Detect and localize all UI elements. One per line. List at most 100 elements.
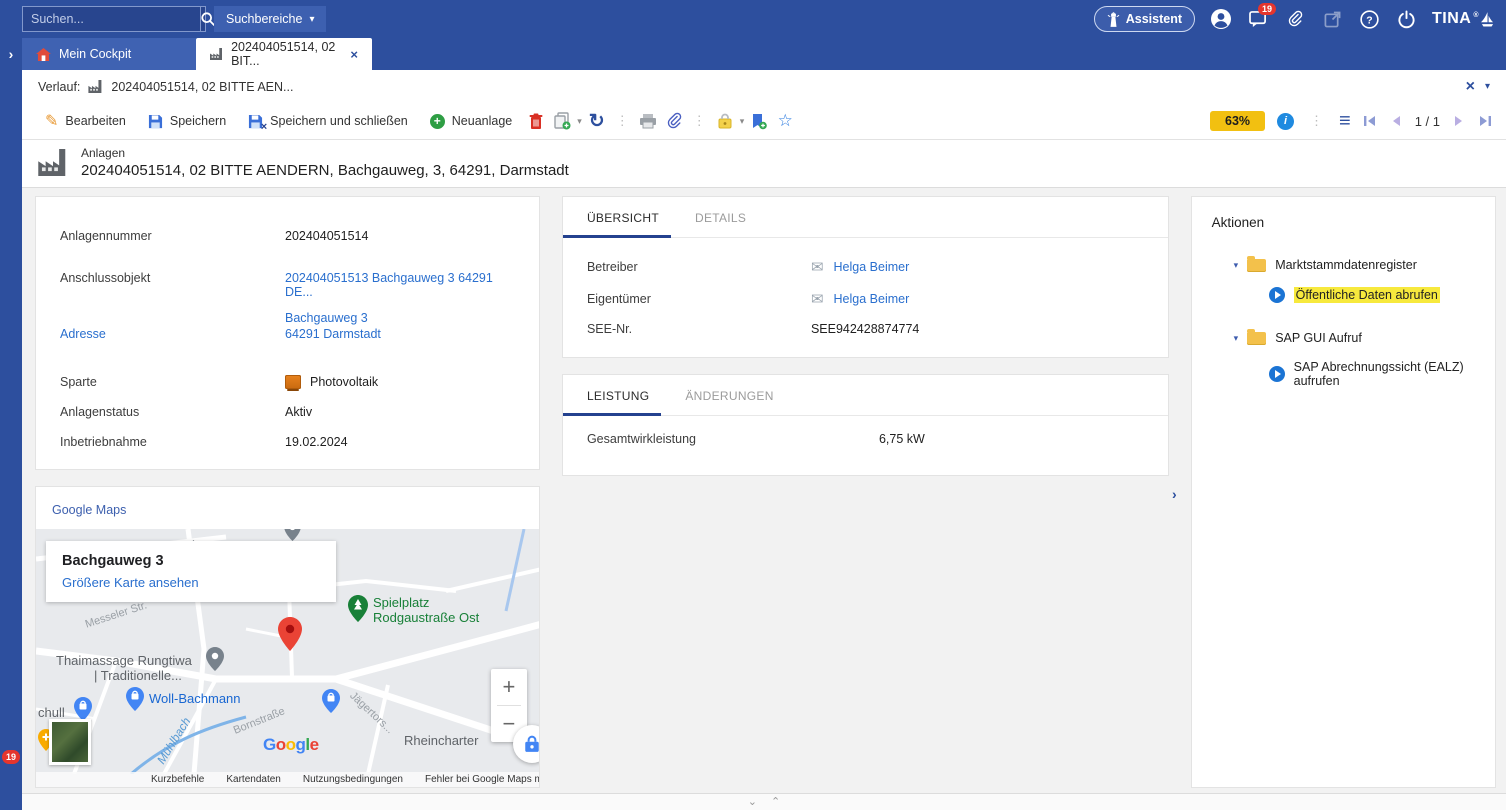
global-search[interactable] bbox=[22, 6, 206, 32]
side-notification-badge[interactable]: 19 bbox=[2, 750, 20, 764]
poi-label[interactable]: | Traditionelle... bbox=[94, 668, 182, 683]
field-label: Sparte bbox=[60, 375, 285, 389]
completeness-badge[interactable]: 63% bbox=[1210, 111, 1265, 131]
map-shortcuts-link[interactable]: Kurzbefehle bbox=[151, 774, 204, 785]
adresse-label[interactable]: Adresse bbox=[60, 327, 285, 341]
poi-label[interactable]: chull bbox=[38, 705, 65, 720]
action-oeffentliche-daten[interactable]: Öffentliche Daten abrufen bbox=[1269, 287, 1475, 303]
map-report-link[interactable]: Fehler bei Google Maps melden bbox=[425, 774, 539, 785]
map-pin-gray-icon[interactable] bbox=[284, 529, 301, 541]
page-indicator: 1 / 1 bbox=[1415, 114, 1440, 129]
map-info-title: Bachgauweg 3 bbox=[62, 553, 320, 569]
chevron-down-icon[interactable]: ▾ bbox=[1485, 81, 1490, 92]
envelope-icon[interactable]: ✉ bbox=[811, 290, 824, 308]
thaimassage-pin-icon[interactable] bbox=[206, 647, 224, 671]
adresse-line1-link[interactable]: Bachgauweg 3 bbox=[285, 311, 381, 325]
field-value: 202404051514 bbox=[285, 229, 368, 243]
previous-page-icon[interactable] bbox=[1391, 115, 1401, 127]
map-data-link[interactable]: Kartendaten bbox=[226, 774, 281, 785]
tab-aenderungen[interactable]: ÄNDERUNGEN bbox=[685, 375, 773, 415]
speichern-label: Speichern bbox=[170, 114, 226, 128]
info-icon[interactable]: i bbox=[1277, 113, 1294, 130]
folder-sap-gui-aufruf[interactable]: ▾ SAP GUI Aufruf bbox=[1234, 331, 1475, 345]
aktionen-panel: Aktionen ▾ Marktstammdatenregister Öffen… bbox=[1191, 196, 1496, 788]
search-input[interactable] bbox=[23, 12, 200, 26]
lock-button[interactable] bbox=[714, 110, 736, 132]
poi-label[interactable]: Spielplatz bbox=[373, 595, 429, 610]
tab-record[interactable]: 202404051514, 02 BIT... × bbox=[196, 38, 372, 70]
spielplatz-pin-icon[interactable] bbox=[348, 595, 368, 622]
expand-panel-chevron[interactable]: › bbox=[1172, 486, 1177, 502]
lock-dropdown-caret[interactable]: ▾ bbox=[740, 116, 745, 127]
sidebar-expand-chevron[interactable]: › bbox=[0, 38, 22, 70]
search-icon[interactable] bbox=[200, 7, 215, 31]
map-terms-link[interactable]: Nutzungsbedingungen bbox=[303, 774, 403, 785]
folder-marktstammdatenregister[interactable]: ▾ Marktstammdatenregister bbox=[1234, 258, 1475, 272]
satellite-layer-thumbnail[interactable] bbox=[49, 719, 91, 765]
attachments-link-icon[interactable] bbox=[1284, 8, 1306, 30]
bearbeiten-button[interactable]: ✎ Bearbeiten bbox=[36, 107, 135, 135]
collapse-down-icon[interactable]: ⌄ bbox=[748, 797, 757, 807]
menu-icon[interactable]: ≡ bbox=[1339, 114, 1351, 128]
next-page-icon[interactable] bbox=[1454, 115, 1464, 127]
logout-power-icon[interactable] bbox=[1395, 8, 1417, 30]
copy-button[interactable] bbox=[551, 109, 573, 133]
paperclip-icon bbox=[666, 112, 682, 130]
user-avatar-icon[interactable] bbox=[1210, 8, 1232, 30]
cart-pin-icon[interactable] bbox=[74, 697, 92, 721]
poi-label[interactable]: Rheincharter bbox=[404, 733, 478, 748]
shop-pin-icon[interactable] bbox=[322, 689, 340, 713]
poi-label[interactable]: Woll-Bachmann bbox=[149, 691, 241, 706]
notifications-icon[interactable]: 19 bbox=[1247, 8, 1269, 30]
copy-dropdown-caret[interactable]: ▾ bbox=[577, 116, 582, 127]
attachments-button[interactable] bbox=[663, 109, 685, 133]
action-label[interactable]: SAP Abrechnungssicht (EALZ) aufrufen bbox=[1294, 360, 1475, 388]
assistent-button[interactable]: Assistent bbox=[1094, 6, 1195, 32]
bottom-splitter: ⌄ ⌃ bbox=[22, 793, 1506, 810]
bookmark-add-button[interactable] bbox=[748, 110, 770, 133]
first-page-icon[interactable] bbox=[1363, 115, 1377, 127]
copy-plus-icon bbox=[553, 112, 571, 130]
betreiber-link[interactable]: Helga Beimer bbox=[834, 260, 910, 274]
collapse-caret-icon[interactable]: ▾ bbox=[1234, 333, 1239, 344]
speichern-und-schliessen-button[interactable]: × Speichern und schließen bbox=[239, 110, 417, 133]
poi-label[interactable]: Thaimassage Rungtiwa bbox=[56, 653, 192, 668]
action-label[interactable]: Öffentliche Daten abrufen bbox=[1294, 287, 1440, 303]
poi-label[interactable]: Rodgaustraße Ost bbox=[373, 610, 479, 625]
tab-mein-cockpit[interactable]: Mein Cockpit bbox=[22, 38, 196, 70]
field-label: Betreiber bbox=[587, 260, 811, 274]
help-icon[interactable] bbox=[1358, 8, 1380, 30]
anschlussobjekt-link[interactable]: 202404051513 Bachgauweg 3 64291 DE... bbox=[285, 271, 515, 299]
google-logo[interactable]: Google bbox=[263, 735, 319, 755]
favorite-button[interactable]: ☆ bbox=[774, 108, 796, 134]
toolbar-separator: ⋮ bbox=[1306, 113, 1327, 129]
folder-label: SAP GUI Aufruf bbox=[1275, 331, 1362, 345]
expand-up-icon[interactable]: ⌃ bbox=[771, 797, 780, 807]
neuanlage-button[interactable]: + Neuanlage bbox=[421, 110, 521, 133]
tab-label: Mein Cockpit bbox=[59, 47, 131, 61]
tab-uebersicht[interactable]: ÜBERSICHT bbox=[587, 197, 659, 237]
pencil-icon: ✎ bbox=[45, 111, 58, 131]
verlauf-entry[interactable]: 202404051514, 02 BITTE AEN... bbox=[111, 80, 293, 94]
close-view-icon[interactable]: × bbox=[1466, 78, 1475, 96]
tab-close-icon[interactable]: × bbox=[350, 47, 358, 62]
tab-leistung[interactable]: LEISTUNG bbox=[587, 375, 649, 415]
field-label: Eigentümer bbox=[587, 292, 811, 306]
suchbereiche-dropdown[interactable]: Suchbereiche ▾ bbox=[214, 6, 326, 32]
refresh-button[interactable]: ↻ bbox=[586, 107, 608, 136]
action-sap-abrechnungssicht[interactable]: SAP Abrechnungssicht (EALZ) aufrufen bbox=[1269, 360, 1475, 388]
eigentuemer-link[interactable]: Helga Beimer bbox=[834, 292, 910, 306]
map-canvas[interactable]: Bachgauweg 3 Größere Karte ansehen Spiel… bbox=[36, 529, 539, 787]
envelope-icon[interactable]: ✉ bbox=[811, 258, 824, 276]
last-page-icon[interactable] bbox=[1478, 115, 1492, 127]
woll-bachmann-pin-icon[interactable] bbox=[126, 687, 144, 711]
zoom-in-button[interactable]: + bbox=[491, 669, 527, 705]
verlauf-bar: Verlauf: 202404051514, 02 BITTE AEN... ×… bbox=[22, 70, 1506, 103]
collapse-caret-icon[interactable]: ▾ bbox=[1234, 260, 1239, 271]
map-marker-icon[interactable] bbox=[277, 617, 303, 651]
larger-map-link[interactable]: Größere Karte ansehen bbox=[62, 575, 320, 590]
delete-button[interactable] bbox=[525, 110, 547, 132]
speichern-button[interactable]: Speichern bbox=[139, 110, 235, 133]
tab-details[interactable]: DETAILS bbox=[695, 197, 746, 237]
adresse-line2-link[interactable]: 64291 Darmstadt bbox=[285, 327, 381, 341]
